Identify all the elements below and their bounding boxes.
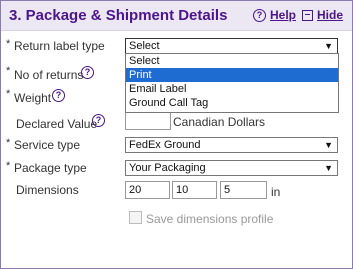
save-dimensions-label: Save dimensions profile [146,212,274,226]
package-type-select[interactable]: Your Packaging ▼ [125,160,338,176]
save-dimensions-checkbox[interactable] [129,211,142,224]
dimension-unit: in [271,185,281,199]
return-label-type-dropdown-list: Select Print Email Label Ground Call Tag [125,53,339,113]
declared-value-input[interactable] [125,112,171,130]
dropdown-option-email-label[interactable]: Email Label [126,82,338,96]
declared-value-label: Declared Value [16,117,98,131]
service-type-select[interactable]: FedEx Ground ▼ [125,137,338,153]
question-circle-icon[interactable]: ? [52,89,65,102]
return-label-type-value: Select [129,40,160,52]
dropdown-option-print[interactable]: Print [126,68,338,82]
help-link[interactable]: ? Help [253,8,296,22]
collapse-minus-icon: – [302,9,313,21]
dropdown-option-select[interactable]: Select [126,54,338,68]
no-of-returns-label: No of returns [14,68,84,82]
required-marker: * [6,65,11,77]
package-type-value: Your Packaging [129,162,206,174]
service-type-value: FedEx Ground [129,139,201,151]
help-label: Help [270,8,297,22]
dropdown-arrow-icon: ▼ [324,41,333,51]
return-label-type-select[interactable]: Select ▼ [125,38,338,54]
package-shipment-panel: 3. Package & Shipment Details ? Help – H… [0,0,353,269]
weight-label: Weight [14,91,52,105]
section-header: 3. Package & Shipment Details ? Help – H… [1,1,352,31]
hide-link[interactable]: – Hide [302,8,343,22]
dropdown-option-ground-call-tag[interactable]: Ground Call Tag [126,96,338,110]
dimension-height-input[interactable]: 5 [220,181,267,199]
required-marker: * [6,38,11,50]
dropdown-arrow-icon: ▼ [324,140,333,150]
currency-unit: Canadian Dollars [173,115,266,129]
question-circle-icon[interactable]: ? [81,66,94,79]
question-circle-icon: ? [253,8,266,22]
dimension-length-input[interactable]: 20 [125,181,170,199]
dimensions-label: Dimensions [16,183,79,197]
required-marker: * [6,137,11,149]
hide-label: Hide [317,8,344,22]
package-type-label: Package type [14,161,87,175]
required-marker: * [6,160,11,172]
return-label-type-label: Return label type [14,39,105,53]
service-type-label: Service type [14,138,81,152]
question-circle-icon[interactable]: ? [92,114,105,127]
section-title: 3. Package & Shipment Details [9,7,228,24]
dropdown-arrow-icon: ▼ [324,163,333,173]
required-marker: * [6,88,11,100]
dimension-width-input[interactable]: 10 [172,181,217,199]
